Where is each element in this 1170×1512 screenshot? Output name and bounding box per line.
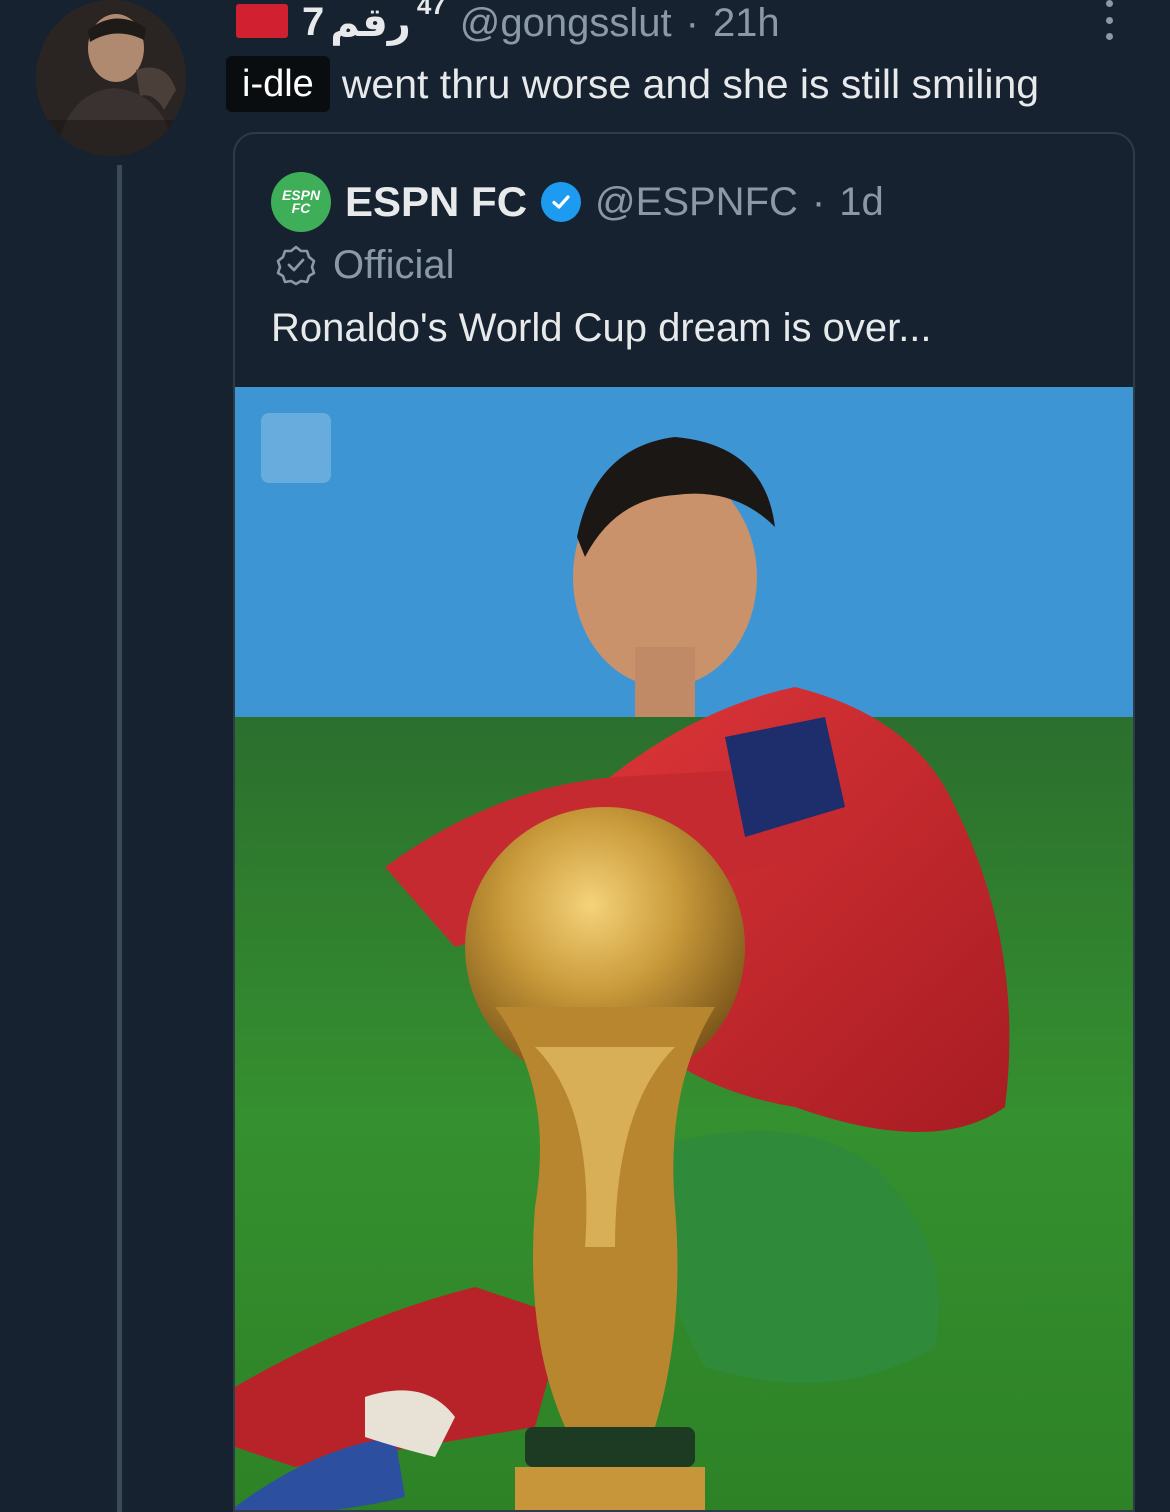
flag-icon bbox=[236, 4, 288, 38]
user-handle[interactable]: @gongsslut bbox=[460, 1, 672, 46]
tweet-header: 7 رقم 47 @gongsslut · 21h bbox=[236, 0, 780, 46]
tag-label: i-dle bbox=[226, 56, 330, 112]
official-label: Official bbox=[275, 242, 455, 288]
timestamp[interactable]: 21h bbox=[713, 1, 780, 46]
more-options-icon[interactable] bbox=[1100, 0, 1118, 40]
quoted-user-handle[interactable]: @ESPNFC bbox=[595, 180, 798, 225]
tweet-body: went thru worse and she is still smiling bbox=[341, 60, 1040, 107]
quoted-tweet-header: ESPN FC ESPN FC @ESPNFC · 1d bbox=[271, 172, 884, 232]
quoted-display-name[interactable]: ESPN FC bbox=[345, 178, 527, 226]
official-badge-icon bbox=[276, 245, 316, 286]
quoted-timestamp[interactable]: 1d bbox=[839, 180, 884, 225]
quoted-tweet[interactable]: ESPN FC ESPN FC @ESPNFC · 1d Official Ro… bbox=[233, 132, 1135, 1512]
espn-watermark-icon bbox=[261, 413, 331, 483]
tweet-photo[interactable] bbox=[235, 387, 1133, 1510]
display-name-word: رقم bbox=[330, 1, 411, 45]
official-text: Official bbox=[333, 242, 455, 287]
avatar-photo bbox=[36, 0, 186, 156]
espn-fc-logo-icon[interactable]: ESPN FC bbox=[271, 172, 331, 232]
display-name-number: 7 bbox=[302, 0, 325, 44]
photo-illustration bbox=[235, 387, 1133, 1510]
separator-dot: · bbox=[811, 179, 826, 224]
display-name[interactable]: 7 رقم 47 bbox=[302, 0, 446, 46]
tweet-thread: 7 رقم 47 @gongsslut · 21h i-dle went thr… bbox=[0, 0, 1170, 1512]
quoted-tweet-text: Ronaldo's World Cup dream is over... bbox=[271, 306, 932, 350]
display-name-superscript: 47 bbox=[416, 0, 446, 20]
logo-text-bottom: FC bbox=[291, 200, 311, 216]
thread-line bbox=[117, 165, 122, 1512]
tweet-text: i-dle went thru worse and she is still s… bbox=[226, 56, 1039, 112]
verified-badge-icon bbox=[541, 182, 582, 222]
avatar[interactable] bbox=[36, 0, 186, 156]
separator-dot: · bbox=[685, 0, 699, 45]
